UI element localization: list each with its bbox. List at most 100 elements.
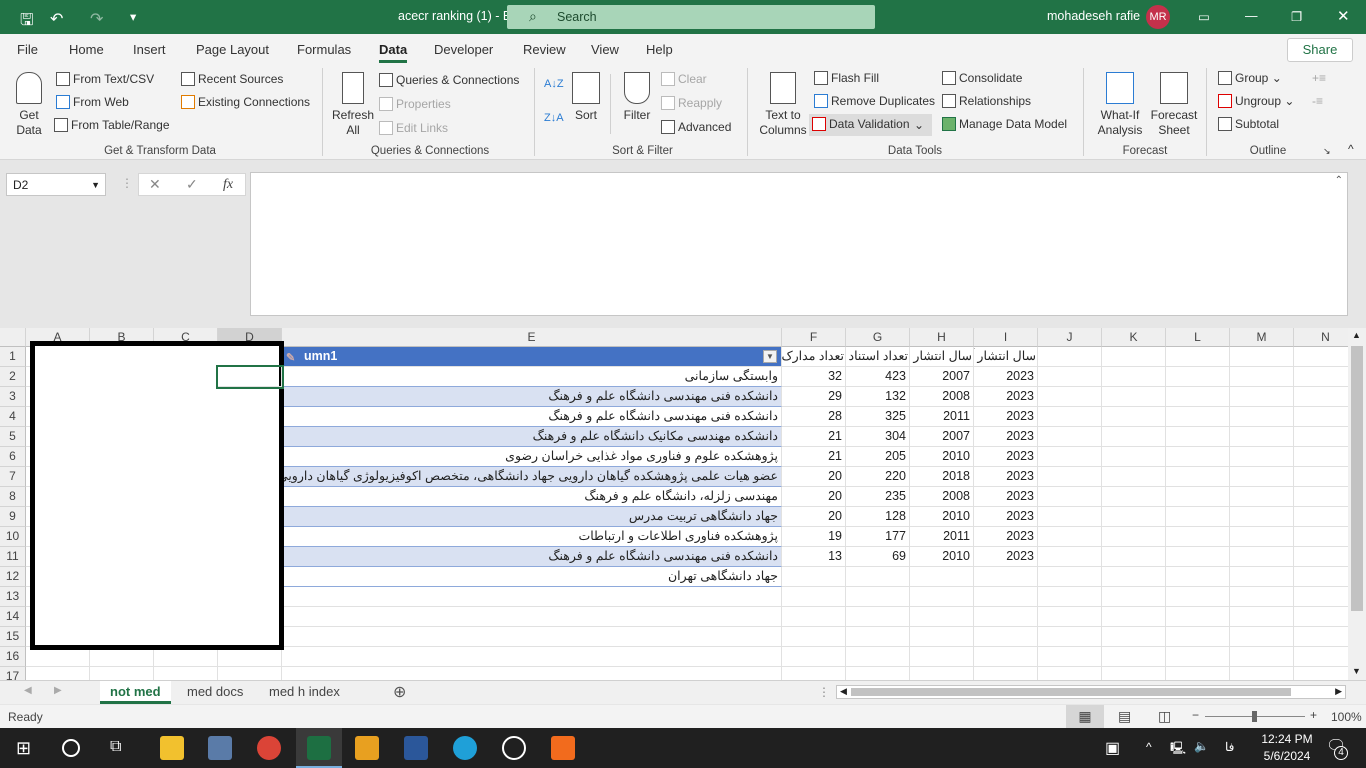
cell[interactable] [974,587,1038,607]
word-icon[interactable] [404,736,428,760]
cell[interactable] [782,607,846,627]
cell[interactable]: پژوهشکده علوم و فناوری مواد غذایی خراسان… [282,447,782,467]
table-header-cell[interactable]: سال انتشار آ [974,347,1038,367]
cell[interactable] [1294,487,1348,507]
cell[interactable] [974,627,1038,647]
column-header[interactable]: H [910,328,974,347]
cell[interactable] [1294,407,1348,427]
row-header[interactable]: 12 [0,567,26,587]
cell[interactable]: 205 [846,447,910,467]
cell[interactable] [974,667,1038,680]
cell[interactable] [910,587,974,607]
cell[interactable] [1102,547,1166,567]
clock-date[interactable]: 5/6/2024 [1257,749,1317,763]
zoom-in-icon[interactable]: + [1310,708,1317,722]
menu-tab-developer[interactable]: Developer [434,42,493,57]
row-header[interactable]: 9 [0,507,26,527]
cell[interactable] [216,365,284,389]
ribbon-display-icon[interactable]: ▭ [1198,9,1210,24]
column-header[interactable]: K [1102,328,1166,347]
cell[interactable]: دانشکده فنی مهندسی دانشگاه علم و فرهنگ [282,407,782,427]
cell[interactable]: وابستگی سازمانی [282,367,782,387]
undo-icon[interactable]: ↶ [50,9,63,29]
manage-data-model-button[interactable]: Manage Data Model [942,117,1067,131]
cell[interactable] [282,667,782,680]
cell[interactable] [1294,547,1348,567]
row-header[interactable]: 8 [0,487,26,507]
cell[interactable] [1102,387,1166,407]
cell[interactable] [910,627,974,647]
cell[interactable] [1166,507,1230,527]
cell[interactable] [1294,627,1348,647]
column-header[interactable]: G [846,328,910,347]
restore-icon[interactable]: ❐ [1291,9,1302,24]
cell[interactable] [1294,607,1348,627]
cell[interactable] [1166,427,1230,447]
table-header-cell[interactable]: سال انتشار ا [910,347,974,367]
cell[interactable] [1038,547,1102,567]
column-header[interactable]: L [1166,328,1230,347]
relationships-button[interactable]: Relationships [942,94,1031,108]
cell[interactable] [1294,587,1348,607]
cell[interactable]: دانشکده فنی مهندسی دانشگاه علم و فرهنگ [282,387,782,407]
cell[interactable] [846,587,910,607]
cell[interactable] [974,567,1038,587]
edge-icon[interactable] [453,736,477,760]
cell[interactable] [1038,507,1102,527]
cell[interactable]: 2023 [974,547,1038,567]
cell[interactable]: 20 [782,467,846,487]
cell[interactable]: 2023 [974,527,1038,547]
cell[interactable] [910,647,974,667]
clear-button[interactable]: Clear [661,72,707,86]
row-header[interactable]: 2 [0,367,26,387]
volume-icon[interactable]: 🔈 [1194,739,1209,753]
menu-tab-insert[interactable]: Insert [133,42,166,57]
menu-tab-data[interactable]: Data [379,42,408,63]
cell[interactable]: 2010 [910,507,974,527]
row-header[interactable]: 13 [0,587,26,607]
zoom-out-icon[interactable]: − [1192,708,1199,722]
cell[interactable] [1166,447,1230,467]
cell[interactable]: 20 [782,487,846,507]
cell[interactable]: 21 [782,447,846,467]
cell[interactable] [1294,427,1348,447]
cell[interactable] [1038,407,1102,427]
redo-icon[interactable]: ↷ [90,9,103,29]
row-header[interactable]: 5 [0,427,26,447]
clock-time[interactable]: 12:24 PM [1257,732,1317,746]
group-button[interactable]: Group ⌄ [1218,71,1282,85]
from-table-button[interactable]: From Table/Range [54,118,170,132]
customize-qat-icon[interactable]: ▾ [130,9,136,24]
cell[interactable]: 2023 [974,407,1038,427]
cell[interactable]: پژوهشکده فناوری اطلاعات و ارتباطات [282,527,782,547]
cell[interactable] [1038,487,1102,507]
what-if-analysis-button[interactable]: What-If Analysis [1090,72,1150,138]
cell[interactable] [1166,567,1230,587]
table-header-cell[interactable]: umn1 ✎ ▼ [282,347,782,367]
search-icon[interactable] [62,739,80,757]
menu-tab-formulas[interactable]: Formulas [297,42,351,57]
cell[interactable]: 2023 [974,447,1038,467]
page-layout-view-icon[interactable]: ▤ [1118,708,1131,725]
cell[interactable]: جهاد دانشگاهی تهران [282,567,782,587]
sort-a-z-button[interactable]: A↓Z [544,78,564,90]
row-header[interactable]: 3 [0,387,26,407]
cell[interactable] [1038,447,1102,467]
cell[interactable]: 20 [782,507,846,527]
from-text-csv-button[interactable]: From Text/CSV [56,72,154,86]
reapply-button[interactable]: Reapply [661,96,722,110]
cell[interactable] [1038,567,1102,587]
cell[interactable] [782,567,846,587]
subtotal-button[interactable]: Subtotal [1218,117,1279,131]
cell[interactable]: 28 [782,407,846,427]
cell[interactable] [974,647,1038,667]
cell[interactable] [1166,547,1230,567]
cell[interactable] [1230,507,1294,527]
cell[interactable] [1294,467,1348,487]
cell[interactable]: 423 [846,367,910,387]
cell[interactable]: مهندسی زلزله، دانشگاه علم و فرهنگ [282,487,782,507]
vertical-scrollbar[interactable]: ▲ ▼ [1348,328,1366,680]
ungroup-button[interactable]: Ungroup ⌄ [1218,94,1294,108]
cell[interactable] [1102,647,1166,667]
cell[interactable]: جهاد دانشگاهی تربیت مدرس [282,507,782,527]
